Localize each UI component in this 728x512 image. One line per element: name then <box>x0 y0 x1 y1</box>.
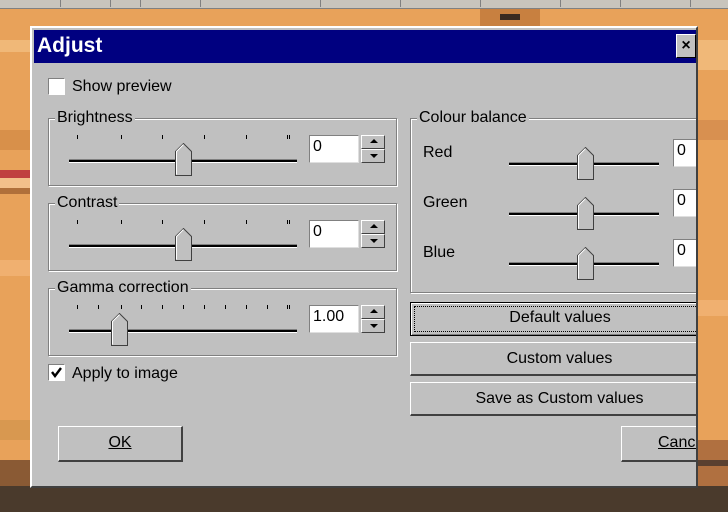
tick <box>204 135 205 139</box>
show-preview-label: Show preview <box>72 78 172 95</box>
contrast-label: Contrast <box>55 194 120 212</box>
brightness-group: Brightness 0 <box>48 109 397 186</box>
tick <box>204 305 205 309</box>
blue-input[interactable]: 0 <box>673 239 696 267</box>
contrast-input[interactable]: 0 <box>309 220 359 248</box>
colour-balance-group: Colour balance Red 0 Green 0 Blue 0 <box>410 109 696 293</box>
tick <box>77 305 78 309</box>
gamma-spin-up[interactable] <box>361 305 385 319</box>
tick <box>77 220 78 224</box>
gamma-slider-track[interactable] <box>69 329 297 333</box>
tick <box>289 135 290 139</box>
tick <box>287 220 288 224</box>
green-input[interactable]: 0 <box>673 189 696 217</box>
red-label: Red <box>423 144 453 161</box>
save-custom-values-label: Save as Custom values <box>475 390 644 407</box>
focus-ring <box>414 306 696 332</box>
brightness-spin-up[interactable] <box>361 135 385 149</box>
close-button[interactable]: × <box>676 34 696 58</box>
cancel-button[interactable]: Cancel <box>621 426 696 462</box>
contrast-spin-up[interactable] <box>361 220 385 234</box>
tick <box>121 305 122 309</box>
tick <box>246 305 247 309</box>
bottom-strip <box>0 486 728 512</box>
tick <box>183 305 184 309</box>
blue-slider-thumb[interactable] <box>577 247 595 281</box>
tick <box>225 305 226 309</box>
gamma-slider-thumb[interactable] <box>111 313 129 347</box>
tick <box>162 135 163 139</box>
custom-values-label: Custom values <box>506 350 613 367</box>
tick <box>121 135 122 139</box>
gamma-spin-down[interactable] <box>361 319 385 333</box>
contrast-spin-down[interactable] <box>361 234 385 248</box>
green-label: Green <box>423 194 468 211</box>
adjust-dialog: Adjust × Show preview Brightness 0 Contr… <box>30 26 698 488</box>
red-input[interactable]: 0 <box>673 139 696 167</box>
ok-label: OK <box>108 434 132 451</box>
tick <box>287 305 288 309</box>
gamma-group: Gamma correction 1.00 <box>48 279 397 356</box>
ok-button[interactable]: OK <box>58 426 183 462</box>
tick <box>162 220 163 224</box>
save-custom-values-button[interactable]: Save as Custom values <box>410 382 696 416</box>
custom-values-button[interactable]: Custom values <box>410 342 696 376</box>
cancel-label: Cancel <box>658 434 696 451</box>
red-slider-thumb[interactable] <box>577 147 595 181</box>
tick <box>141 305 142 309</box>
title-bar: Adjust × <box>34 30 696 63</box>
gamma-label: Gamma correction <box>55 279 191 297</box>
tick <box>162 305 163 309</box>
tick <box>289 305 290 309</box>
apply-to-image-label: Apply to image <box>72 365 178 382</box>
brightness-label: Brightness <box>55 109 135 127</box>
colour-balance-label: Colour balance <box>417 109 529 127</box>
contrast-group: Contrast 0 <box>48 194 397 271</box>
brightness-input[interactable]: 0 <box>309 135 359 163</box>
tick <box>287 135 288 139</box>
tick <box>246 135 247 139</box>
gamma-input[interactable]: 1.00 <box>309 305 359 333</box>
contrast-slider-thumb[interactable] <box>175 228 193 262</box>
brightness-slider-thumb[interactable] <box>175 143 193 177</box>
tick <box>204 220 205 224</box>
tick <box>246 220 247 224</box>
tick <box>289 220 290 224</box>
toolbar-strip <box>0 0 728 9</box>
apply-to-image-checkbox[interactable] <box>48 364 65 381</box>
blue-label: Blue <box>423 244 456 261</box>
show-preview-checkbox[interactable] <box>48 78 65 95</box>
check-icon <box>51 367 62 378</box>
green-slider-thumb[interactable] <box>577 197 595 231</box>
brightness-spin-down[interactable] <box>361 149 385 163</box>
tick <box>267 305 268 309</box>
tick <box>77 135 78 139</box>
close-icon: × <box>681 37 691 54</box>
tick <box>98 305 99 309</box>
dialog-title: Adjust <box>37 34 103 57</box>
tick <box>121 220 122 224</box>
default-values-button[interactable]: Default values <box>410 302 696 336</box>
